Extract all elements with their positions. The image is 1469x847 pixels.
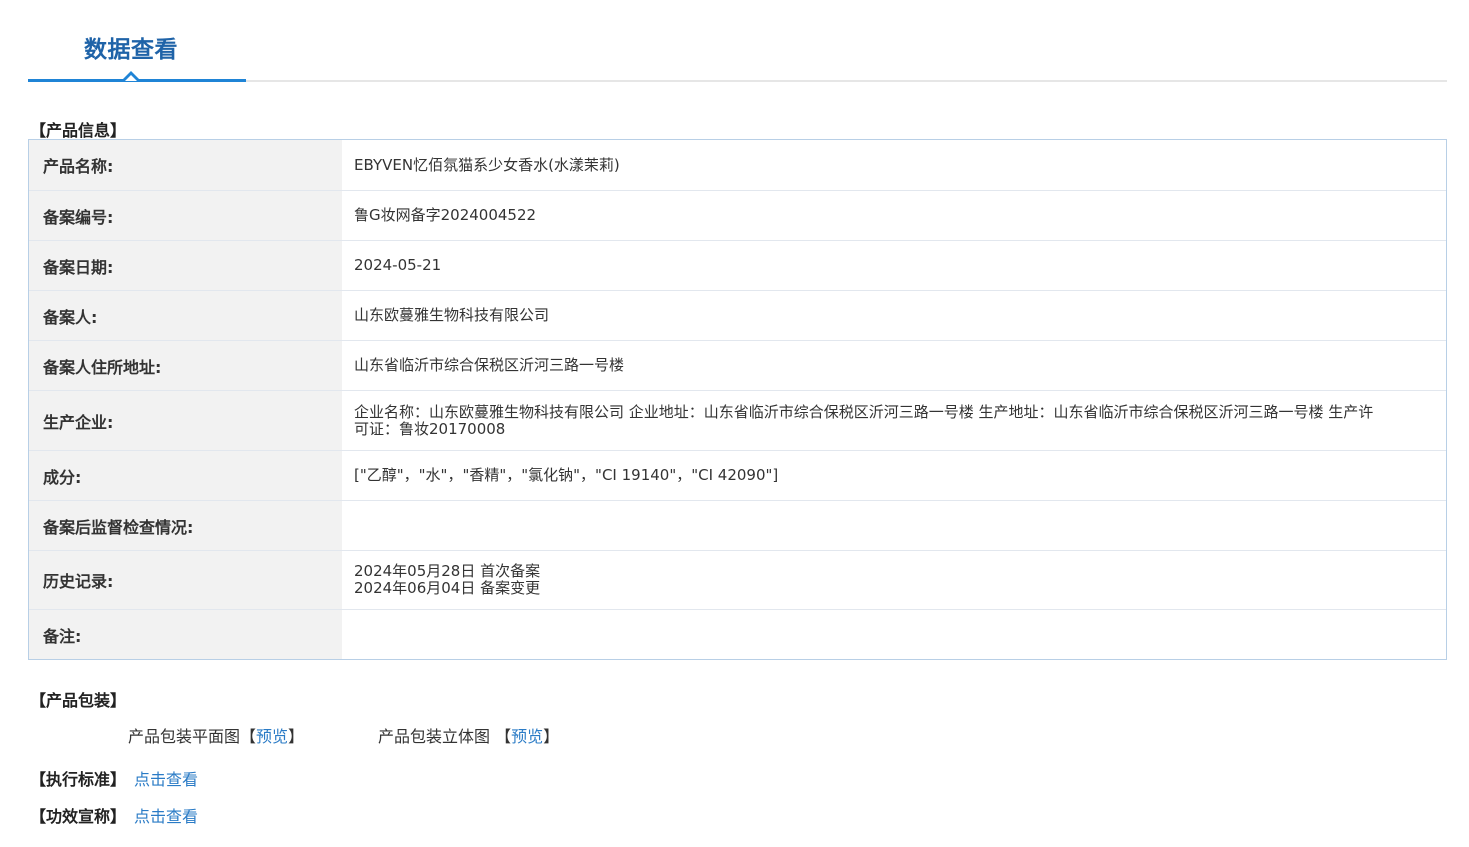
standard-label: 【执行标准】	[30, 770, 127, 789]
table-row: 备案日期: 2024-05-21	[29, 240, 1446, 290]
table-row: 历史记录: 2024年05月28日 首次备案 2024年06月04日 备案变更	[29, 550, 1446, 609]
row-value: 山东省临沂市综合保税区沂河三路一号楼	[354, 356, 625, 374]
product-info-table: 产品名称: EBYVEN忆佰氛猫系少女香水(水漾茉莉) 备案编号: 鲁G妆网备字…	[28, 139, 1447, 660]
row-label: 生产企业:	[29, 391, 342, 450]
flat-preview-link[interactable]: 预览	[256, 727, 288, 746]
standard-row: 【执行标准】 点击查看	[30, 766, 198, 790]
row-value: 企业名称：山东欧蔓雅生物科技有限公司 企业地址：山东省临沂市综合保税区沂河三路一…	[354, 402, 1374, 438]
row-label: 备案编号:	[29, 191, 342, 240]
row-label: 成分:	[29, 451, 342, 500]
tab-bar: 数据查看	[28, 0, 1447, 84]
row-label: 备案后监督检查情况:	[29, 501, 342, 550]
bracket-open: 【	[495, 727, 512, 746]
bracket-close: 】	[543, 727, 560, 746]
table-row: 产品名称: EBYVEN忆佰氛猫系少女香水(水漾茉莉)	[29, 140, 1446, 190]
row-value: 2024-05-21	[354, 256, 442, 274]
row-value: 山东欧蔓雅生物科技有限公司	[354, 306, 550, 324]
efficacy-view-link[interactable]: 点击查看	[134, 807, 198, 826]
table-row: 备案编号: 鲁G妆网备字2024004522	[29, 190, 1446, 240]
row-label: 备注:	[29, 610, 342, 659]
table-row: 成分: ["乙醇"，"水"，"香精"，"氯化钠"，"CI 19140"，"CI …	[29, 450, 1446, 500]
table-row: 生产企业: 企业名称：山东欧蔓雅生物科技有限公司 企业地址：山东省临沂市综合保税…	[29, 390, 1446, 450]
table-row: 备案人: 山东欧蔓雅生物科技有限公司	[29, 290, 1446, 340]
stereo-preview-link[interactable]: 预览	[511, 727, 543, 746]
row-label: 产品名称:	[29, 140, 342, 190]
efficacy-label: 【功效宣称】	[30, 807, 127, 826]
tab-data-view[interactable]: 数据查看	[84, 30, 178, 64]
row-label: 备案人:	[29, 291, 342, 340]
row-value: 鲁G妆网备字2024004522	[354, 206, 537, 224]
packaging-flat-item: 产品包装平面图【预览】	[128, 723, 304, 747]
row-label: 备案人住所地址:	[29, 341, 342, 390]
bracket-close: 】	[288, 727, 305, 746]
row-label: 历史记录:	[29, 551, 342, 609]
row-value	[342, 610, 1446, 659]
table-row: 备案后监督检查情况:	[29, 500, 1446, 550]
caret-up-icon-inner	[125, 75, 137, 81]
product-info-heading: 【产品信息】	[30, 121, 127, 140]
row-value: ["乙醇"，"水"，"香精"，"氯化钠"，"CI 19140"，"CI 4209…	[354, 466, 779, 484]
packaging-flat-label: 产品包装平面图	[128, 727, 241, 746]
efficacy-row: 【功效宣称】 点击查看	[30, 803, 198, 827]
page: 数据查看 【产品信息】 产品名称: EBYVEN忆佰氛猫系少女香水(水漾茉莉) …	[0, 0, 1469, 847]
row-value	[342, 501, 1446, 550]
table-row: 备注:	[29, 609, 1446, 659]
table-row: 备案人住所地址: 山东省临沂市综合保税区沂河三路一号楼	[29, 340, 1446, 390]
packaging-stereo-label: 产品包装立体图	[378, 727, 496, 746]
row-value: EBYVEN忆佰氛猫系少女香水(水漾茉莉)	[354, 155, 620, 174]
standard-view-link[interactable]: 点击查看	[134, 770, 198, 789]
packaging-heading: 【产品包装】	[30, 691, 127, 710]
bracket-open: 【	[240, 727, 257, 746]
row-label: 备案日期:	[29, 241, 342, 290]
row-value: 2024年05月28日 首次备案 2024年06月04日 备案变更	[354, 562, 541, 597]
packaging-stereo-item: 产品包装立体图 【预览】	[378, 723, 559, 747]
